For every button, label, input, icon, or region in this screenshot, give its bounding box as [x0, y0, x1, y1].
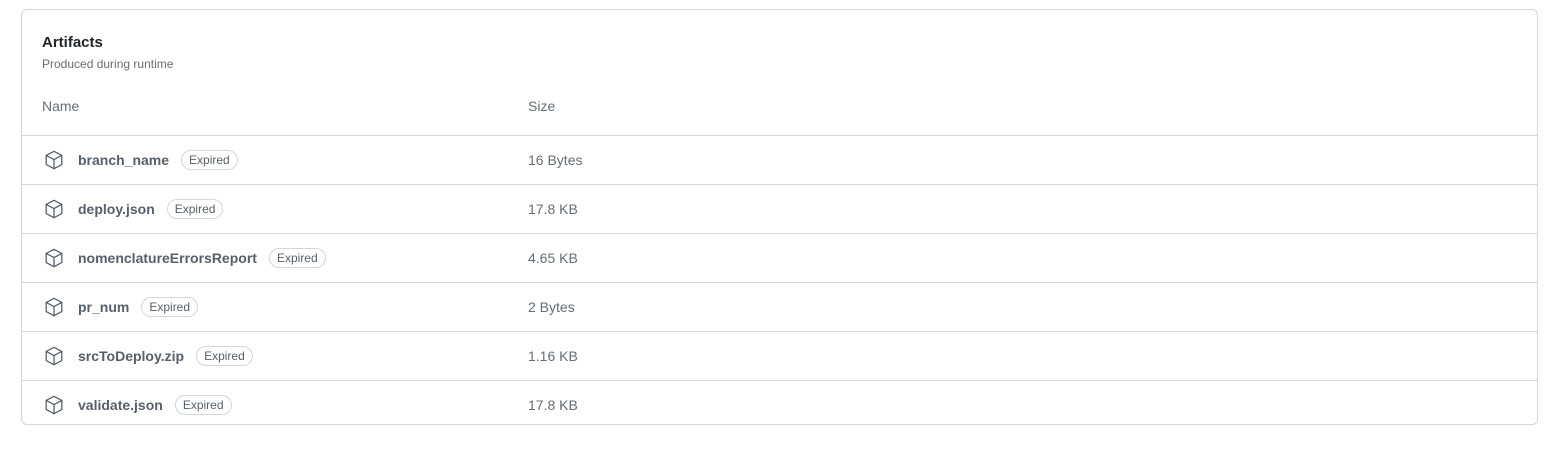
artifact-row: srcToDeploy.zip Expired 1.16 KB	[22, 332, 1537, 381]
artifact-name[interactable]: validate.json	[78, 397, 163, 413]
artifact-size: 4.65 KB	[528, 250, 578, 266]
artifact-size: 16 Bytes	[528, 152, 583, 168]
artifact-name[interactable]: pr_num	[78, 299, 129, 315]
expired-badge: Expired	[181, 150, 238, 170]
artifact-name-cell: validate.json Expired	[78, 381, 232, 429]
artifact-name-cell: deploy.json Expired	[78, 185, 224, 233]
artifact-size: 17.8 KB	[528, 397, 578, 413]
artifact-row: nomenclatureErrorsReport Expired 4.65 KB	[22, 234, 1537, 283]
artifact-size: 2 Bytes	[528, 299, 575, 315]
package-icon	[43, 198, 65, 220]
artifacts-title: Artifacts	[42, 34, 103, 51]
expired-badge: Expired	[141, 297, 199, 317]
artifact-name[interactable]: srcToDeploy.zip	[78, 348, 184, 364]
artifact-name[interactable]: deploy.json	[78, 201, 155, 217]
column-header-size: Size	[528, 98, 556, 114]
artifact-name-cell: nomenclatureErrorsReport Expired	[78, 234, 326, 282]
artifact-row: deploy.json Expired 17.8 KB	[22, 185, 1537, 234]
artifact-size: 1.16 KB	[528, 348, 578, 364]
expired-badge: Expired	[268, 248, 326, 268]
artifact-row: validate.json Expired 17.8 KB	[22, 381, 1537, 430]
artifact-size: 17.8 KB	[528, 201, 578, 217]
package-icon	[43, 149, 65, 171]
artifacts-header: Artifacts Produced during runtime	[22, 10, 1537, 72]
artifacts-list: branch_name Expired 16 Bytes deploy.json…	[22, 136, 1537, 430]
artifacts-panel: Artifacts Produced during runtime Name S…	[21, 9, 1538, 425]
artifact-name-cell: pr_num Expired	[78, 283, 199, 331]
expired-badge: Expired	[166, 199, 224, 219]
artifacts-subtitle: Produced during runtime	[42, 57, 174, 71]
expired-badge: Expired	[196, 346, 253, 366]
artifacts-column-headers: Name Size	[22, 80, 1537, 136]
package-icon	[43, 394, 65, 416]
column-header-name: Name	[42, 98, 80, 114]
artifact-name[interactable]: branch_name	[78, 152, 169, 168]
package-icon	[43, 345, 65, 367]
artifact-name[interactable]: nomenclatureErrorsReport	[78, 250, 257, 266]
package-icon	[43, 296, 65, 318]
artifact-name-cell: branch_name Expired	[78, 136, 238, 184]
artifact-name-cell: srcToDeploy.zip Expired	[78, 332, 253, 380]
expired-badge: Expired	[174, 395, 232, 415]
artifact-row: pr_num Expired 2 Bytes	[22, 283, 1537, 332]
package-icon	[43, 247, 65, 269]
artifact-row: branch_name Expired 16 Bytes	[22, 136, 1537, 185]
